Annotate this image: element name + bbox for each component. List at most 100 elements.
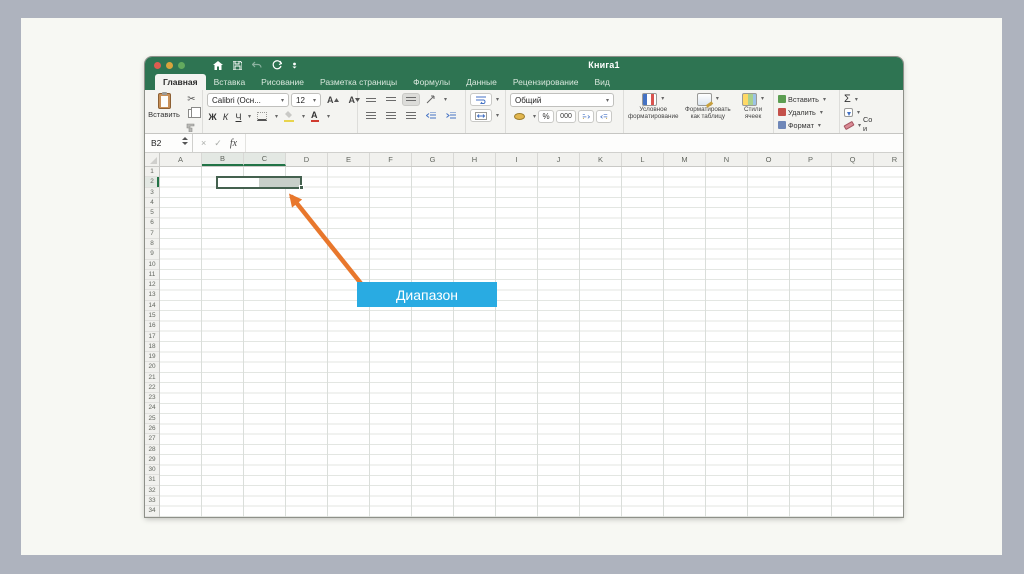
grow-font-button[interactable]: A	[323, 94, 343, 107]
column-header-H[interactable]: H	[454, 153, 496, 166]
tab-vstavka[interactable]: Вставка	[206, 74, 254, 90]
align-middle-button[interactable]	[382, 93, 400, 106]
row-header-33[interactable]: 33	[145, 496, 159, 507]
row-header-4[interactable]: 4	[145, 198, 159, 209]
row-header-19[interactable]: 19	[145, 352, 159, 363]
column-header-F[interactable]: F	[370, 153, 412, 166]
tab-formuly[interactable]: Формулы	[405, 74, 458, 90]
row-header-8[interactable]: 8	[145, 239, 159, 250]
bold-button[interactable]: Ж	[207, 110, 218, 123]
underline-button[interactable]: Ч	[233, 110, 244, 123]
column-header-L[interactable]: L	[622, 153, 664, 166]
fill-color-button[interactable]	[280, 110, 298, 123]
comma-style-button[interactable]: 000	[556, 110, 577, 123]
paste-button[interactable]: Вставить	[148, 92, 180, 119]
delete-cells-button[interactable]: Удалить ▾	[778, 106, 826, 118]
row-header-13[interactable]: 13	[145, 290, 159, 301]
clear-button[interactable]: ▾ Со и	[843, 115, 872, 133]
tab-recenzirovanie[interactable]: Рецензирование	[505, 74, 587, 90]
row-header-11[interactable]: 11	[145, 270, 159, 281]
orientation-button[interactable]	[422, 93, 440, 106]
column-header-N[interactable]: N	[706, 153, 748, 166]
row-header-10[interactable]: 10	[145, 260, 159, 270]
insert-function-icon[interactable]: fx	[230, 138, 237, 149]
column-header-Q[interactable]: Q	[832, 153, 874, 166]
row-header-3[interactable]: 3	[145, 188, 159, 198]
row-header-32[interactable]: 32	[145, 486, 159, 496]
increase-indent-button[interactable]	[442, 109, 460, 122]
format-painter-icon[interactable]	[182, 121, 201, 133]
align-top-button[interactable]	[362, 93, 380, 106]
select-all-corner[interactable]	[145, 153, 160, 167]
row-header-30[interactable]: 30	[145, 465, 159, 476]
row-header-9[interactable]: 9	[145, 249, 159, 260]
row-header-20[interactable]: 20	[145, 362, 159, 373]
column-header-G[interactable]: G	[412, 153, 454, 166]
row-header-17[interactable]: 17	[145, 332, 159, 342]
insert-cells-button[interactable]: Вставить ▾	[778, 93, 826, 105]
row-header-31[interactable]: 31	[145, 475, 159, 486]
formula-input[interactable]	[246, 134, 903, 152]
callout-range-label[interactable]: Диапазон	[357, 282, 497, 307]
row-header-14[interactable]: 14	[145, 301, 159, 311]
row-header-24[interactable]: 24	[145, 403, 159, 414]
conditional-formatting-button[interactable]: ▾ Условное форматирование	[628, 93, 679, 121]
decrease-decimal-button[interactable]	[596, 110, 613, 123]
enter-icon[interactable]: ✓	[214, 138, 222, 149]
tab-glavnaya[interactable]: Главная	[155, 74, 206, 90]
column-header-O[interactable]: O	[748, 153, 790, 166]
row-header-34[interactable]: 34	[145, 506, 159, 517]
row-header-7[interactable]: 7	[145, 229, 159, 239]
percent-button[interactable]: %	[538, 110, 555, 123]
column-header-C[interactable]: C	[244, 153, 286, 166]
name-box[interactable]: B2	[145, 134, 193, 152]
align-center-button[interactable]	[382, 109, 400, 122]
format-as-table-button[interactable]: ▾ Форматировать как таблицу	[682, 93, 735, 121]
tab-vid[interactable]: Вид	[586, 74, 617, 90]
column-header-B[interactable]: B	[202, 153, 244, 166]
cell-styles-button[interactable]: ▾ Стили ячеек	[737, 93, 769, 121]
column-header-M[interactable]: M	[664, 153, 706, 166]
row-header-28[interactable]: 28	[145, 445, 159, 455]
column-header-K[interactable]: K	[580, 153, 622, 166]
align-bottom-button[interactable]	[402, 93, 420, 106]
row-header-6[interactable]: 6	[145, 218, 159, 229]
align-left-button[interactable]	[362, 109, 380, 122]
font-name-select[interactable]: Calibri (Осн... ▾	[207, 93, 289, 107]
row-header-5[interactable]: 5	[145, 208, 159, 219]
row-header-12[interactable]: 12	[145, 280, 159, 291]
font-size-select[interactable]: 12 ▾	[291, 93, 321, 107]
number-format-select[interactable]: Общий ▾	[510, 93, 614, 107]
align-right-button[interactable]	[402, 109, 420, 122]
cell-grid[interactable]	[160, 167, 903, 517]
currency-button[interactable]	[510, 110, 529, 123]
borders-button[interactable]	[253, 110, 271, 123]
cancel-icon[interactable]: ×	[201, 138, 206, 148]
row-header-23[interactable]: 23	[145, 393, 159, 404]
row-header-29[interactable]: 29	[145, 455, 159, 466]
format-cells-button[interactable]: Формат ▾	[778, 119, 826, 131]
wrap-text-button[interactable]	[470, 93, 492, 106]
tab-dannye[interactable]: Данные	[458, 74, 505, 90]
row-header-15[interactable]: 15	[145, 311, 159, 322]
column-header-E[interactable]: E	[328, 153, 370, 166]
row-header-27[interactable]: 27	[145, 434, 159, 445]
row-header-16[interactable]: 16	[145, 321, 159, 332]
fill-handle[interactable]	[298, 185, 304, 191]
tab-razmetka-stranicy[interactable]: Разметка страницы	[312, 74, 405, 90]
column-header-A[interactable]: A	[160, 153, 202, 166]
column-header-R[interactable]: R	[874, 153, 903, 166]
column-header-P[interactable]: P	[790, 153, 832, 166]
row-header-25[interactable]: 25	[145, 414, 159, 425]
column-header-J[interactable]: J	[538, 153, 580, 166]
column-header-I[interactable]: I	[496, 153, 538, 166]
tab-risovanie[interactable]: Рисование	[253, 74, 312, 90]
merge-center-button[interactable]	[470, 109, 492, 122]
column-header-D[interactable]: D	[286, 153, 328, 166]
row-header-1[interactable]: 1	[145, 167, 159, 178]
autosum-button[interactable]: Σ ▾	[844, 93, 872, 105]
row-header-26[interactable]: 26	[145, 424, 159, 435]
font-color-button[interactable]: A	[307, 110, 323, 123]
italic-button[interactable]: К	[220, 110, 231, 123]
name-box-stepper[interactable]	[182, 137, 188, 145]
